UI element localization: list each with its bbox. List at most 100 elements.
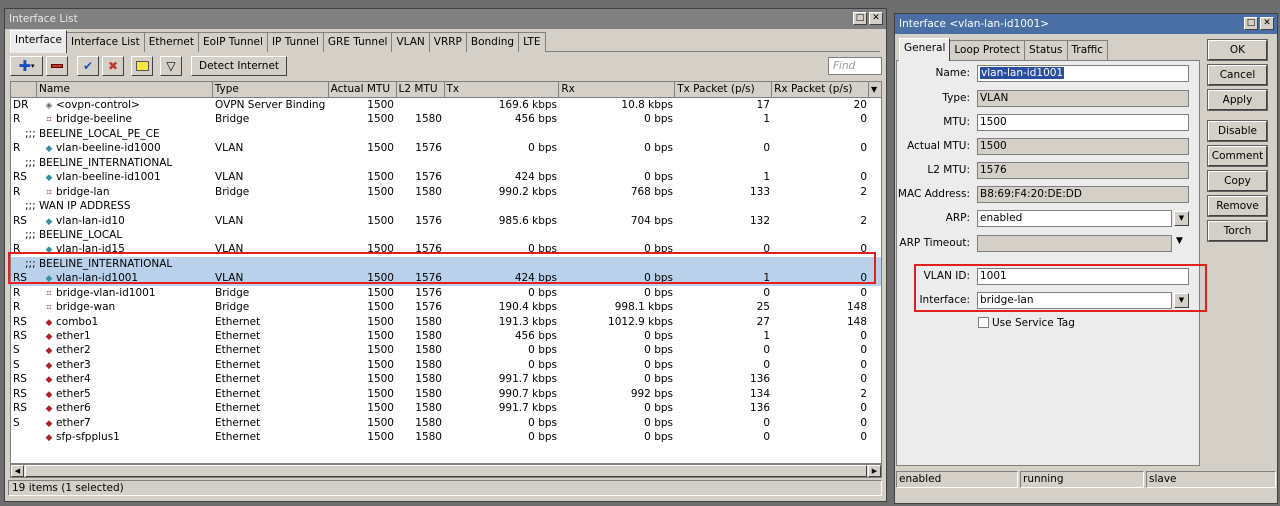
- table-row[interactable]: DR ◈ <ovpn-control> OVPN Server Binding 1500…: [11, 98, 881, 112]
- tab-vlan[interactable]: VLAN: [391, 32, 430, 52]
- comment-button[interactable]: Comment: [1207, 145, 1268, 167]
- ok-button[interactable]: OK: [1207, 39, 1268, 61]
- interface-list-titlebar[interactable]: Interface List □ ✕: [5, 9, 886, 29]
- tab-eoip-tunnel[interactable]: EoIP Tunnel: [197, 32, 268, 52]
- comment-row[interactable]: ;;; BEELINE_LOCAL_PE_CE: [11, 127, 881, 141]
- window-title: Interface List: [9, 13, 78, 25]
- column-header-tx-packet-p-s-[interactable]: Tx Packet (p/s): [675, 82, 773, 97]
- table-row[interactable]: R ◆ vlan-beeline-id1000 VLAN 1500 1576 0 bps 0 …: [11, 141, 881, 155]
- service-tag-checkbox[interactable]: [978, 317, 989, 328]
- comment-row[interactable]: ;;; BEELINE_LOCAL: [11, 228, 881, 242]
- column-header-type[interactable]: Type: [213, 82, 329, 97]
- close-icon[interactable]: ✕: [869, 12, 883, 25]
- row-l2mtu: 1580: [415, 330, 442, 342]
- ether-icon: ◆: [45, 332, 53, 342]
- mtu-field[interactable]: 1500: [977, 114, 1189, 131]
- row-flag: RS: [13, 171, 27, 184]
- comment-button[interactable]: [131, 56, 153, 76]
- maximize-icon[interactable]: □: [1244, 17, 1258, 30]
- scroll-left-icon[interactable]: ◀: [11, 465, 24, 477]
- table-row[interactable]: R ⌗ bridge-wan Bridge 1500 1576 190.4 kbps 998.…: [11, 300, 881, 314]
- column-header-tx[interactable]: Tx: [445, 82, 560, 97]
- remove-button[interactable]: Remove: [1207, 195, 1268, 217]
- table-row[interactable]: RS ◆ ether5 Ethernet 1500 1580 990.7 kbps 992 b…: [11, 387, 881, 401]
- table-row[interactable]: S ◆ ether7 Ethernet 1500 1580 0 bps 0 bps 0 0: [11, 416, 881, 430]
- tab-ethernet[interactable]: Ethernet: [143, 32, 199, 52]
- column-header-actual-mtu[interactable]: Actual MTU: [329, 82, 397, 97]
- name-field[interactable]: vlan-lan-id1001: [977, 65, 1189, 82]
- row-name: ◆ ether2: [37, 343, 213, 357]
- row-mtu: 1500: [367, 358, 394, 371]
- table-row[interactable]: RS ◆ ether1 Ethernet 1500 1580 456 bps 0 bps 1 0: [11, 329, 881, 343]
- table-row[interactable]: R ⌗ bridge-beeline Bridge 1500 1580 456 bps 0 b…: [11, 112, 881, 126]
- table-row[interactable]: R ⌗ bridge-vlan-id1001 Bridge 1500 1576 0 bps 0…: [11, 286, 881, 300]
- tab-loop-protect[interactable]: Loop Protect: [949, 40, 1026, 60]
- cancel-button[interactable]: Cancel: [1207, 64, 1268, 86]
- find-input[interactable]: Find: [828, 57, 882, 75]
- row-rxp: 0: [860, 142, 867, 155]
- row-tx: 990.7 kbps: [498, 387, 557, 400]
- row-name-text: ether5: [56, 387, 91, 400]
- row-flag: R: [13, 301, 21, 314]
- table-row[interactable]: RS ◆ vlan-beeline-id1001 VLAN 1500 1576 424 bp…: [11, 170, 881, 184]
- tab-bonding[interactable]: Bonding: [465, 32, 520, 52]
- table-row[interactable]: RS ◆ ether4 Ethernet 1500 1580 991.7 kbps 0 bps…: [11, 372, 881, 386]
- table-row[interactable]: R ⌗ bridge-lan Bridge 1500 1580 990.2 kbps 768 …: [11, 185, 881, 199]
- arp-timeout-expand-icon[interactable]: ▼: [1176, 236, 1183, 246]
- table-row[interactable]: RS ◆ combo1 Ethernet 1500 1580 191.3 kbps 1012.…: [11, 315, 881, 329]
- table-row[interactable]: RS ◆ ether6 Ethernet 1500 1580 991.7 kbps 0 bps…: [11, 401, 881, 415]
- row-rx: 0 bps: [644, 330, 673, 342]
- row-rx: 0 bps: [644, 344, 673, 357]
- tab-vrrp[interactable]: VRRP: [428, 32, 467, 52]
- tab-traffic[interactable]: Traffic: [1066, 40, 1109, 60]
- tab-lte[interactable]: LTE: [518, 32, 546, 52]
- disable-button[interactable]: ✖: [102, 56, 124, 76]
- table-row[interactable]: ◆ sfp-sfpplus1 Ethernet 1500 1580 0 bps 0 bps 0…: [11, 430, 881, 444]
- tab-ip-tunnel[interactable]: IP Tunnel: [266, 32, 324, 52]
- tab-status[interactable]: Status: [1024, 40, 1068, 60]
- column-header-rx[interactable]: Rx: [559, 82, 676, 97]
- horizontal-scrollbar[interactable]: ◀ ▶: [10, 464, 882, 478]
- arp-dropdown-icon[interactable]: ▼: [1174, 211, 1189, 226]
- row-type: Ethernet: [215, 431, 261, 444]
- column-header-name[interactable]: Name: [37, 82, 213, 97]
- table-row[interactable]: S ◆ ether3 Ethernet 1500 1580 0 bps 0 bps 0 0: [11, 358, 881, 372]
- tab-interface[interactable]: Interface: [10, 30, 68, 53]
- row-txp: 136: [749, 402, 770, 415]
- add-button[interactable]: ✚ ▾: [10, 56, 43, 76]
- comment-row[interactable]: ;;; WAN IP ADDRESS: [11, 199, 881, 213]
- row-mtu: 1500: [367, 387, 394, 400]
- row-txp: 136: [749, 373, 770, 386]
- highlight-box-vlan: [914, 264, 1207, 312]
- comment-row[interactable]: ;;; BEELINE_INTERNATIONAL: [11, 156, 881, 170]
- row-name: ◆ combo1: [37, 315, 213, 329]
- tab-gre-tunnel[interactable]: GRE Tunnel: [322, 32, 393, 52]
- remove-button[interactable]: [46, 56, 68, 76]
- row-flag: RS: [13, 214, 27, 227]
- column-header-l2-mtu[interactable]: L2 MTU: [397, 82, 445, 97]
- tab-general[interactable]: General: [899, 38, 951, 61]
- row-rx: 0 bps: [644, 416, 673, 429]
- tab-interface-list[interactable]: Interface List: [66, 32, 145, 52]
- interface-detail-titlebar[interactable]: Interface <vlan-lan-id1001> □ ✕: [895, 14, 1277, 34]
- arp-select[interactable]: enabled: [977, 210, 1172, 227]
- column-header-rx-packet-p-s-[interactable]: Rx Packet (p/s): [772, 82, 869, 97]
- enable-button[interactable]: ✔: [77, 56, 99, 76]
- detect-internet-button[interactable]: Detect Internet: [191, 56, 288, 76]
- table-row[interactable]: S ◆ ether2 Ethernet 1500 1580 0 bps 0 bps 0 0: [11, 343, 881, 357]
- close-icon[interactable]: ✕: [1260, 17, 1274, 30]
- service-tag-label: Use Service Tag: [992, 317, 1075, 329]
- maximize-icon[interactable]: □: [853, 12, 867, 25]
- table-row[interactable]: RS ◆ vlan-lan-id10 VLAN 1500 1576 985.6 kbps 70…: [11, 214, 881, 228]
- apply-button[interactable]: Apply: [1207, 89, 1268, 111]
- torch-button[interactable]: Torch: [1207, 220, 1268, 242]
- row-comment: ;;; BEELINE_LOCAL: [25, 228, 123, 241]
- row-flag: RS: [13, 387, 27, 400]
- scroll-right-icon[interactable]: ▶: [868, 465, 881, 477]
- row-flag: S: [13, 416, 20, 429]
- filter-button[interactable]: ▽: [160, 56, 182, 76]
- disable-button[interactable]: Disable: [1207, 120, 1268, 142]
- scroll-thumb[interactable]: [25, 465, 867, 477]
- column-header-flags[interactable]: [11, 82, 37, 97]
- copy-button[interactable]: Copy: [1207, 170, 1268, 192]
